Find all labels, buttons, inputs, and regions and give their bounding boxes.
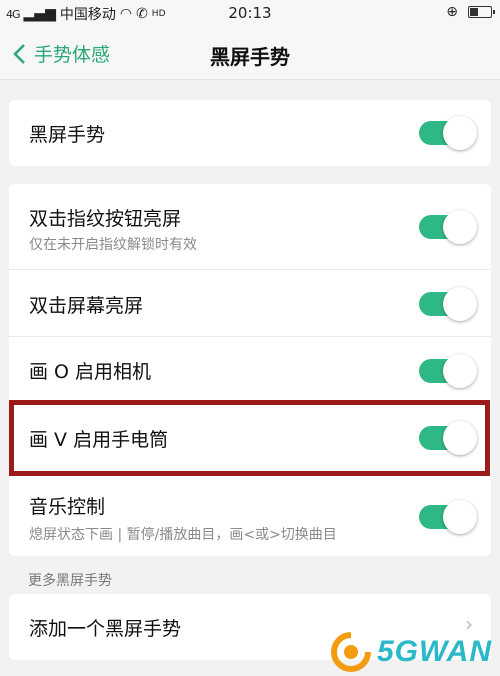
watermark-logo-icon — [330, 632, 371, 672]
clock: 20:13 — [228, 4, 272, 22]
gesture-label: 音乐控制 — [29, 496, 106, 518]
main-toggle-row[interactable]: 黑屏手势 — [9, 100, 491, 166]
status-right: ⊕ — [446, 4, 495, 20]
section-header: 更多黑屏手势 — [28, 573, 112, 589]
highlight-box — [9, 400, 490, 476]
battery-icon — [468, 6, 495, 18]
watermark-text: 5GWAN — [376, 635, 492, 668]
gesture-sub: 仅在未开启指纹解锁时有效 — [29, 237, 197, 253]
rotation-lock-icon: ⊕ — [446, 4, 458, 20]
gestures-card: 双击指纹按钮亮屏 仅在未开启指纹解锁时有效 双击屏幕亮屏 画 O 启用相机 画 … — [9, 184, 491, 556]
status-bar: 4G ▂▄▆ 中国移动 ◠ ✆ HD 20:13 ⊕ — [0, 0, 500, 28]
add-gesture-label: 添加一个黑屏手势 — [29, 618, 182, 640]
gesture-switch-draw-o[interactable] — [419, 354, 477, 388]
main-toggle-label: 黑屏手势 — [29, 124, 106, 146]
gesture-row-fingerprint[interactable]: 双击指纹按钮亮屏 仅在未开启指纹解锁时有效 — [9, 184, 491, 270]
gesture-row-double-tap[interactable]: 双击屏幕亮屏 — [9, 270, 491, 337]
gesture-switch-double-tap[interactable] — [419, 287, 477, 321]
gesture-label: 双击屏幕亮屏 — [29, 295, 144, 317]
gesture-row-music[interactable]: 音乐控制 熄屏状态下画 | 暂停/播放曲目，画<或>切换曲目 — [9, 472, 491, 556]
nav-bar: 手势体感 黑屏手势 — [0, 28, 500, 80]
gesture-label: 双击指纹按钮亮屏 — [29, 208, 182, 230]
main-toggle-switch[interactable] — [419, 116, 477, 150]
page-title: 黑屏手势 — [210, 45, 290, 69]
watermark: 5GWAN — [329, 630, 492, 674]
main-toggle-card: 黑屏手势 — [9, 100, 491, 166]
gesture-switch-music[interactable] — [419, 500, 477, 534]
gesture-sub: 熄屏状态下画 | 暂停/播放曲目，画<或>切换曲目 — [29, 527, 337, 543]
gesture-row-draw-o[interactable]: 画 O 启用相机 — [9, 337, 491, 404]
gesture-label: 画 O 启用相机 — [29, 361, 152, 383]
gesture-switch-fingerprint[interactable] — [419, 210, 477, 244]
